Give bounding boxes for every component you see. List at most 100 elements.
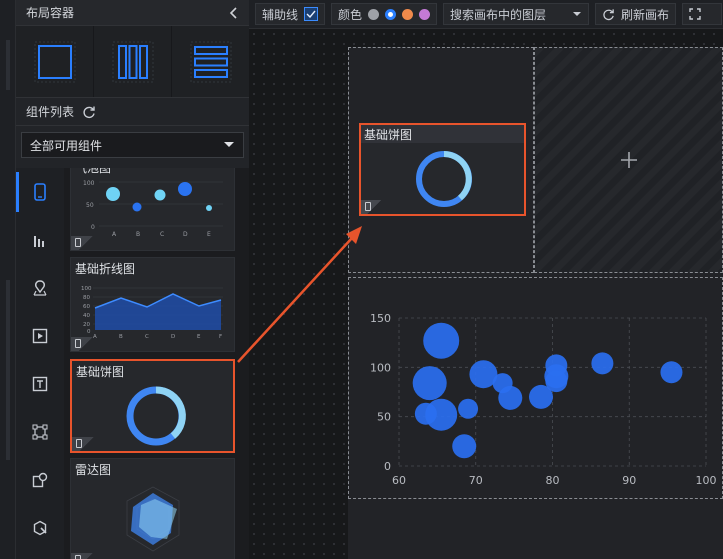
- thumb-y-tick: 0: [87, 329, 91, 335]
- map-pin-icon: [33, 280, 47, 296]
- line-chart-thumbnail: 100 80 60 40 20 0 A B C D E F: [81, 286, 223, 340]
- plus-icon[interactable]: [620, 151, 638, 169]
- bubble-chart-thumbnail: 100 50 0 A B C D E: [83, 180, 223, 238]
- x-tick-label: 90: [622, 474, 636, 487]
- rows-layout-icon: [190, 41, 231, 82]
- refresh-canvas-label: 刷新画布: [621, 7, 670, 22]
- thumb-x-tick: A: [112, 231, 117, 238]
- thumb-y-tick: 0: [91, 224, 95, 231]
- scatter-point: [498, 385, 523, 410]
- play-icon: [32, 328, 48, 344]
- tab-maps[interactable]: [16, 264, 64, 312]
- layout-single-button[interactable]: [16, 26, 94, 97]
- color-label: 颜色: [338, 7, 363, 22]
- bar-chart-icon: [34, 236, 44, 247]
- thumb-y-tick: 100: [83, 180, 95, 187]
- layout-cell-bottom[interactable]: 0 50 100 150 60 70 80 90 100: [348, 277, 723, 499]
- left-panel: 布局容器 组件列表 全部可用组件 气泡图 100 50 0 A B C D E …: [16, 0, 249, 559]
- chevron-down-icon: [573, 11, 582, 16]
- scatter-point: [452, 434, 477, 459]
- tab-mobile[interactable]: [16, 168, 64, 216]
- scatter-chart: 0 50 100 150 60 70 80 90 100: [370, 312, 717, 487]
- fullscreen-button[interactable]: [682, 3, 723, 25]
- tab-interaction[interactable]: [16, 504, 64, 552]
- tab-media[interactable]: [16, 312, 64, 360]
- thumb-x-tick: B: [136, 231, 140, 238]
- pie-chart-thumbnail: [126, 386, 186, 446]
- color-swatch-gray[interactable]: [368, 8, 380, 20]
- pie-widget-chart: [416, 151, 472, 207]
- thumb-x-tick: D: [171, 334, 175, 340]
- x-tick-label: 80: [546, 474, 560, 487]
- color-swatch-purple[interactable]: [419, 8, 431, 20]
- component-filter-select[interactable]: 全部可用组件: [21, 132, 244, 158]
- canvas-area[interactable]: 0 50 100 150 60 70 80 90 100: [249, 29, 723, 559]
- thumb-x-tick: B: [119, 334, 123, 340]
- canvas-pie-widget[interactable]: 基础饼图: [359, 123, 526, 216]
- scatter-point: [414, 402, 437, 425]
- x-tick-label: 70: [469, 474, 483, 487]
- color-swatch-orange[interactable]: [402, 8, 414, 20]
- tab-frames[interactable]: [16, 408, 64, 456]
- layer-search-placeholder: 搜索画布中的图层: [450, 7, 547, 22]
- mobile-badge-icon: [361, 200, 381, 214]
- color-picker-group: 颜色: [331, 3, 438, 25]
- collapse-chevron-icon[interactable]: [229, 6, 239, 19]
- scatter-point: [591, 352, 614, 375]
- x-tick-label: 100: [696, 474, 717, 487]
- mobile-badge-icon: [71, 553, 93, 559]
- thumb-y-tick: 40: [83, 313, 90, 319]
- color-swatch-blue[interactable]: [385, 8, 397, 20]
- text-icon: [32, 376, 48, 392]
- thumb-x-tick: D: [183, 231, 188, 238]
- outer-sidebar: [0, 0, 16, 559]
- layout-options: [16, 26, 249, 98]
- layout-columns-button[interactable]: [94, 26, 172, 97]
- y-tick-label: 50: [377, 411, 391, 424]
- component-card-bubble[interactable]: 气泡图 100 50 0 A B C D E: [70, 168, 235, 251]
- thumb-y-tick: 80: [83, 295, 90, 301]
- thumb-x-tick: E: [197, 334, 201, 340]
- scatter-point: [545, 370, 568, 393]
- guides-checkbox[interactable]: [304, 7, 319, 21]
- mobile-icon: [34, 183, 46, 201]
- x-tick-label: 60: [392, 474, 406, 487]
- layout-rows-button[interactable]: [172, 26, 249, 97]
- y-tick-label: 150: [370, 312, 391, 325]
- refresh-icon[interactable]: [82, 105, 96, 119]
- thumb-y-tick: 100: [81, 286, 92, 292]
- y-tick-label: 100: [370, 361, 391, 374]
- scatter-point: [458, 398, 479, 419]
- component-card-title: 基础折线图: [75, 262, 136, 276]
- layer-search-select[interactable]: 搜索画布中的图层: [443, 3, 590, 25]
- component-card-radar[interactable]: 雷达图: [70, 458, 235, 559]
- y-tick-label: 0: [384, 460, 391, 473]
- columns-layout-icon: [112, 41, 153, 82]
- refresh-canvas-button[interactable]: 刷新画布: [595, 3, 677, 25]
- thumb-x-tick: E: [207, 231, 211, 238]
- layout-cell-top-right[interactable]: [534, 47, 723, 273]
- shapes-icon: [32, 472, 48, 488]
- tab-shapes[interactable]: [16, 456, 64, 504]
- refresh-icon: [603, 8, 614, 20]
- thumb-y-tick: 50: [86, 202, 94, 209]
- component-list-title: 组件列表: [26, 105, 75, 119]
- thumb-x-tick: F: [219, 334, 222, 340]
- tab-charts[interactable]: [16, 216, 64, 264]
- component-list: 气泡图 100 50 0 A B C D E 基础折线图 100 80 60 4…: [64, 168, 249, 559]
- canvas-toolbar: 辅助线 颜色 搜索画布中的图层 刷新画布: [249, 0, 723, 29]
- component-card-title: 基础饼图: [76, 365, 125, 379]
- tab-text[interactable]: [16, 360, 64, 408]
- component-filter-value: 全部可用组件: [30, 138, 103, 153]
- checkmark-icon: [306, 10, 316, 18]
- thumb-y-tick: 60: [83, 304, 90, 310]
- mobile-badge-icon: [72, 437, 94, 451]
- component-card-line[interactable]: 基础折线图 100 80 60 40 20 0 A B C D E F: [70, 257, 235, 352]
- scatter-point: [423, 322, 460, 359]
- mobile-badge-icon: [71, 337, 93, 351]
- guides-toggle[interactable]: 辅助线: [255, 3, 326, 25]
- component-card-pie[interactable]: 基础饼图: [70, 359, 235, 453]
- panel-header: 布局容器: [16, 0, 249, 26]
- mobile-badge-icon: [71, 236, 93, 250]
- fullscreen-icon: [689, 8, 701, 20]
